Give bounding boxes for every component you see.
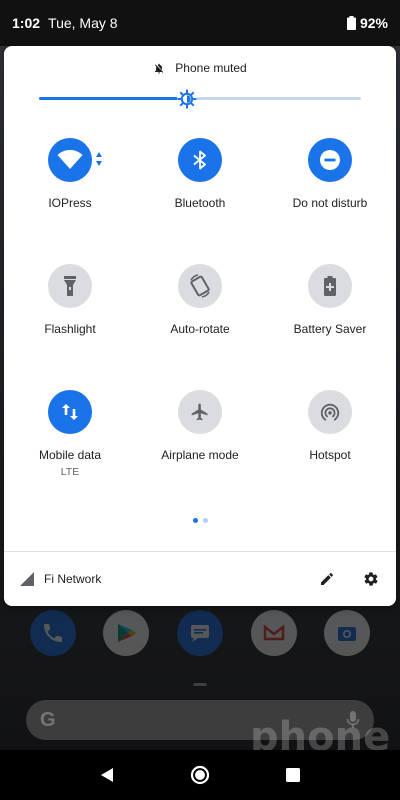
tile-sublabel: LTE	[60, 466, 80, 478]
tile-label: Bluetooth	[174, 196, 226, 210]
quick-settings-panel: Phone muted IOPress Bluetooth Do not dis…	[4, 46, 396, 606]
tile-auto-rotate-button[interactable]	[178, 264, 222, 308]
tile-label: Battery Saver	[293, 322, 367, 336]
tile-label: IOPress	[48, 196, 92, 210]
home-circle-icon	[190, 765, 210, 785]
tile-label: Hotspot	[309, 448, 351, 462]
tile-battery-saver-button[interactable]	[308, 264, 352, 308]
tile-bluetooth[interactable]: Bluetooth	[135, 138, 265, 264]
navigation-bar	[0, 750, 400, 800]
brightness-thumb-icon[interactable]	[176, 88, 198, 110]
hotspot-icon	[320, 403, 340, 421]
quick-settings-tiles: IOPress Bluetooth Do not disturb Flashli…	[4, 138, 396, 516]
network-name: Fi Network	[44, 572, 102, 586]
recents-square-icon	[286, 768, 301, 782]
tile-label: Mobile data	[38, 448, 102, 462]
tile-bluetooth-button[interactable]	[178, 138, 222, 182]
tile-flashlight-button[interactable]	[48, 264, 92, 308]
brightness-fill	[39, 97, 187, 100]
mute-status-text: Phone muted	[175, 61, 247, 75]
battery-saver-icon	[324, 276, 336, 296]
wifi-activity-arrows-icon	[96, 152, 102, 166]
brightness-slider[interactable]	[39, 88, 361, 110]
tile-wifi-button[interactable]	[48, 138, 102, 182]
tile-hotspot-button[interactable]	[308, 390, 352, 434]
tile-label: Do not disturb	[292, 196, 368, 210]
tile-label: Airplane mode	[161, 448, 239, 462]
tile-do-not-disturb-button[interactable]	[308, 138, 352, 182]
page-dot[interactable]	[202, 518, 208, 523]
cell-signal-icon	[20, 572, 34, 586]
tile-mobile-data[interactable]: Mobile data LTE	[5, 390, 135, 516]
airplane-icon	[191, 403, 208, 421]
page-indicator	[4, 518, 396, 526]
battery-percentage: 92%	[359, 15, 388, 31]
battery-icon	[346, 16, 356, 30]
tile-airplane-mode[interactable]: Airplane mode	[135, 390, 265, 516]
flashlight-icon	[64, 276, 76, 296]
back-triangle-icon	[100, 768, 113, 782]
tile-auto-rotate[interactable]: Auto-rotate	[135, 264, 265, 390]
settings-button[interactable]	[362, 570, 380, 588]
gear-icon	[364, 572, 378, 586]
tile-battery-saver[interactable]: Battery Saver	[265, 264, 395, 390]
tile-hotspot[interactable]: Hotspot	[265, 390, 395, 516]
do-not-disturb-icon	[320, 150, 340, 170]
auto-rotate-icon	[190, 274, 210, 298]
wifi-icon	[57, 150, 83, 169]
page-dot-active[interactable]	[192, 518, 198, 523]
tile-label: Auto-rotate	[170, 322, 230, 336]
tile-label: Flashlight	[44, 322, 96, 336]
tile-do-not-disturb[interactable]: Do not disturb	[265, 138, 395, 264]
home-button[interactable]	[188, 763, 212, 787]
pencil-icon	[321, 573, 333, 585]
phone-muted-indicator[interactable]: Phone muted	[4, 58, 396, 78]
edit-tiles-button[interactable]	[318, 570, 336, 588]
network-info[interactable]: Fi Network	[20, 572, 318, 586]
tile-mobile-data-button[interactable]	[48, 390, 92, 434]
status-date[interactable]: Tue, May 8	[48, 15, 118, 31]
recents-button[interactable]	[281, 763, 305, 787]
bluetooth-icon	[193, 150, 206, 170]
quick-settings-footer: Fi Network	[4, 551, 396, 606]
tile-flashlight[interactable]: Flashlight	[5, 264, 135, 390]
tile-airplane-mode-button[interactable]	[178, 390, 222, 434]
status-bar: 1:02 Tue, May 8 92%	[0, 0, 400, 46]
mobile-data-icon	[62, 404, 78, 420]
bell-off-icon	[155, 63, 164, 73]
back-button[interactable]	[95, 763, 119, 787]
status-time: 1:02	[12, 15, 41, 31]
tile-wifi[interactable]: IOPress	[5, 138, 135, 264]
